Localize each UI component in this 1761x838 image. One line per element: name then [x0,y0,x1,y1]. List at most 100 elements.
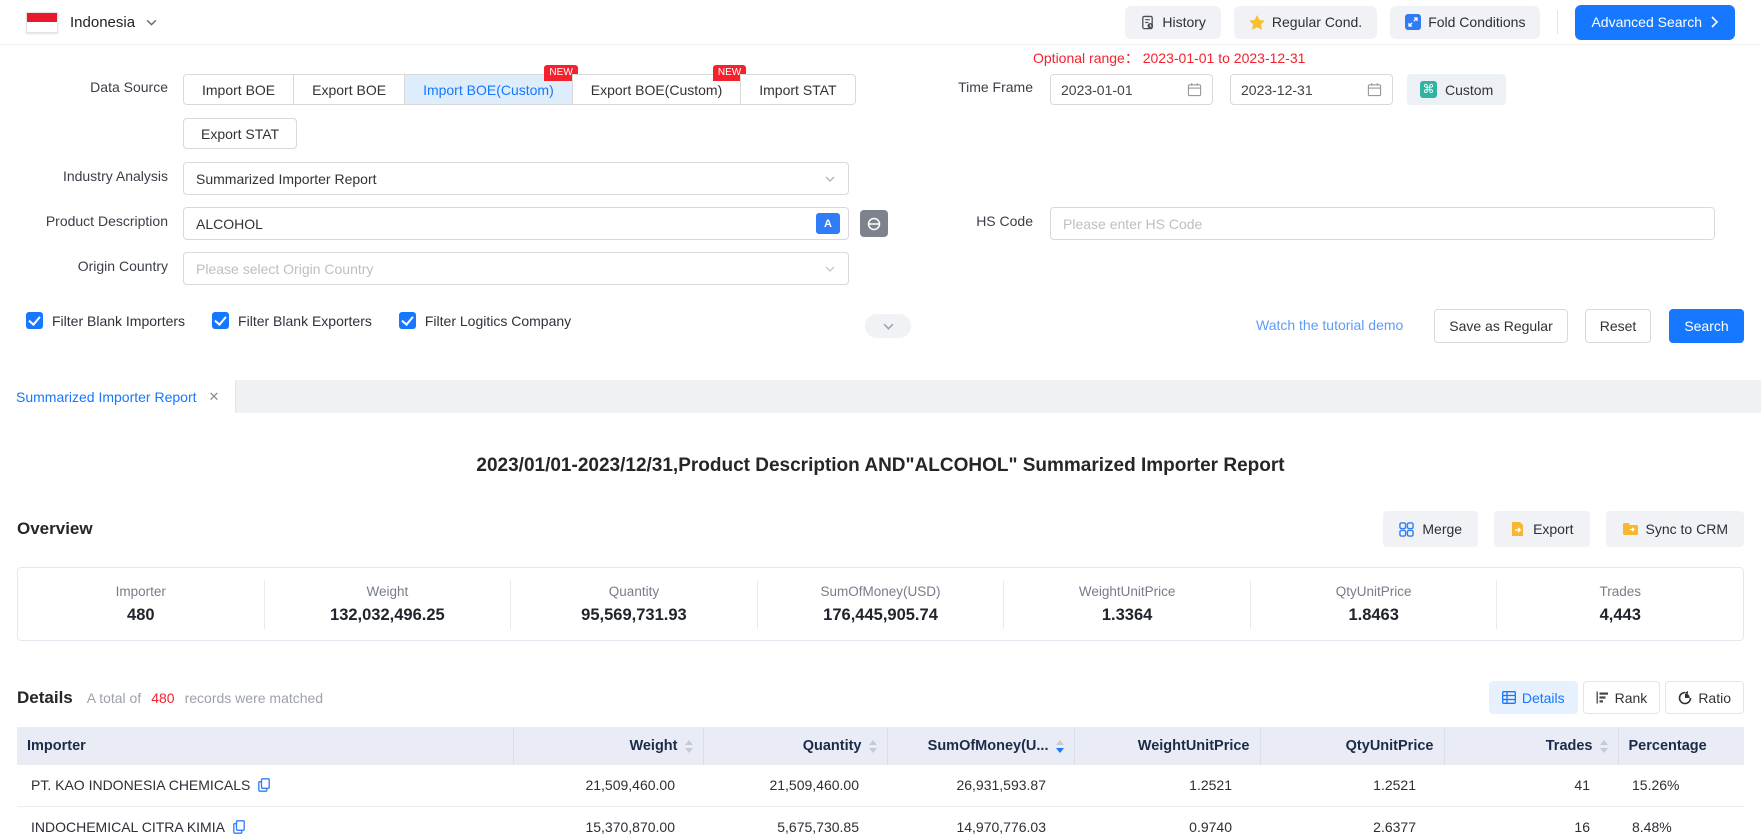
importer-name[interactable]: PT. KAO INDONESIA CHEMICALS [31,777,250,793]
column-label: Importer [27,738,86,754]
view-ratio-button[interactable]: Ratio [1665,681,1744,714]
view-label: Details [1522,690,1565,706]
origin-country-select[interactable]: Please select Origin Country [183,252,849,285]
tab-label: Import BOE(Custom) [423,82,554,98]
start-date-input[interactable] [1061,82,1187,98]
regular-cond-button[interactable]: Regular Cond. [1234,6,1377,39]
command-icon: ⌘ [1420,81,1437,98]
cell-quantity: 21,509,460.00 [703,765,887,806]
details-heading: Details [17,688,73,708]
sort-icon[interactable] [685,740,693,753]
translate-icon[interactable]: A [816,213,840,234]
table-row: INDOCHEMICAL CITRA KIMIA 15,370,870.00 5… [17,806,1744,838]
column-header-sum-of-money[interactable]: SumOfMoney(U... [887,727,1074,765]
product-description-label: Product Description [0,213,168,229]
view-details-button[interactable]: Details [1489,681,1578,714]
cell-weight: 15,370,870.00 [513,806,703,838]
copy-icon[interactable] [258,778,270,792]
tab-summarized-importer-report[interactable]: Summarized Importer Report ✕ [0,380,236,413]
stat-trades: Trades 4,443 [1496,580,1743,629]
search-form: Optional range： 2023-01-01 to 2023-12-31… [0,45,1761,380]
ratio-icon [1678,691,1692,705]
overview-actions: Merge Export Sync to CRM [1383,511,1744,547]
merge-button[interactable]: Merge [1383,511,1478,547]
fold-conditions-button[interactable]: Fold Conditions [1390,6,1540,39]
view-label: Ratio [1698,690,1731,706]
country-selector-label[interactable]: Indonesia [70,14,135,31]
tab-label: Export BOE(Custom) [591,82,722,98]
sort-icon-active-desc[interactable] [1056,740,1064,753]
reset-button[interactable]: Reset [1585,309,1651,343]
start-date-field[interactable] [1050,74,1213,105]
filter-checkboxes: Filter Blank Importers Filter Blank Expo… [26,312,571,329]
industry-analysis-label: Industry Analysis [0,168,168,184]
tab-import-boe[interactable]: Import BOE [183,74,294,105]
divider [1557,10,1558,34]
checkbox-checked-icon [212,312,229,329]
table-view-icon [1502,691,1516,704]
sort-icon[interactable] [869,740,877,753]
column-header-importer[interactable]: Importer [17,727,513,765]
industry-analysis-value: Summarized Importer Report [196,171,377,187]
tab-label: Export BOE [312,82,386,98]
tab-import-stat[interactable]: Import STAT [740,74,855,105]
cell-percentage: 8.48% [1618,806,1744,838]
chevron-down-icon[interactable] [145,16,158,29]
hs-code-input[interactable] [1050,207,1715,240]
tab-import-boe-custom[interactable]: Import BOE(Custom)NEW [404,74,573,105]
close-icon[interactable]: ✕ [209,389,220,405]
app-window: Indonesia History Regular Cond. [0,0,1761,838]
column-header-weight-unit-price[interactable]: WeightUnitPrice [1074,727,1260,765]
checkbox-checked-icon [26,312,43,329]
export-icon [1510,521,1525,537]
search-button[interactable]: Search [1669,309,1744,343]
chevron-down-icon [882,320,895,333]
summary-count: 480 [147,690,178,706]
folder-sync-icon [1622,522,1638,536]
stat-value: 1.3364 [1004,606,1250,625]
cell-sum-of-money: 26,931,593.87 [887,765,1074,806]
custom-range-button[interactable]: ⌘ Custom [1407,74,1506,105]
cell-percentage: 15.26% [1618,765,1744,806]
stat-importer: Importer 480 [18,580,264,629]
advanced-search-label: Advanced Search [1591,14,1702,30]
view-rank-button[interactable]: Rank [1583,681,1661,714]
filter-blank-importers-checkbox[interactable]: Filter Blank Importers [26,312,185,329]
stat-sum-of-money: SumOfMoney(USD) 176,445,905.74 [757,580,1004,629]
product-description-field[interactable]: A [183,207,849,240]
importer-name[interactable]: INDOCHEMICAL CITRA KIMIA [31,819,225,835]
column-header-qty-unit-price[interactable]: QtyUnitPrice [1260,727,1444,765]
advanced-search-button[interactable]: Advanced Search [1575,5,1735,40]
filter-logistics-company-checkbox[interactable]: Filter Logitics Company [399,312,571,329]
calendar-icon [1187,82,1202,97]
sync-to-crm-button[interactable]: Sync to CRM [1606,511,1744,547]
indonesia-flag-icon [26,12,58,33]
cell-quantity: 5,675,730.85 [703,806,887,838]
save-as-regular-button[interactable]: Save as Regular [1434,309,1568,343]
column-header-trades[interactable]: Trades [1444,727,1618,765]
filter-blank-exporters-checkbox[interactable]: Filter Blank Exporters [212,312,372,329]
stat-label: SumOfMoney(USD) [758,584,1004,599]
product-description-input[interactable] [196,216,816,232]
export-button[interactable]: Export [1494,511,1589,547]
column-header-percentage[interactable]: Percentage [1618,727,1744,765]
copy-icon[interactable] [233,820,245,834]
data-source-tabs: Import BOE Export BOE Import BOE(Custom)… [183,74,856,105]
calendar-icon [1367,82,1382,97]
end-date-input[interactable] [1241,82,1367,98]
tab-export-stat[interactable]: Export STAT [183,118,297,149]
view-label: Rank [1615,690,1648,706]
tab-title: Summarized Importer Report [16,389,197,405]
collapse-conditions-button[interactable] [865,314,911,338]
sort-icon[interactable] [1600,740,1608,753]
end-date-field[interactable] [1230,74,1393,105]
industry-analysis-select[interactable]: Summarized Importer Report [183,162,849,195]
column-header-weight[interactable]: Weight [513,727,703,765]
chevron-down-icon [824,263,836,275]
tab-export-boe-custom[interactable]: Export BOE(Custom)NEW [572,74,741,105]
tutorial-demo-link[interactable]: Watch the tutorial demo [1256,317,1403,333]
column-header-quantity[interactable]: Quantity [703,727,887,765]
top-bar: Indonesia History Regular Cond. [0,0,1761,45]
history-button[interactable]: History [1125,6,1221,39]
tab-export-boe[interactable]: Export BOE [293,74,405,105]
